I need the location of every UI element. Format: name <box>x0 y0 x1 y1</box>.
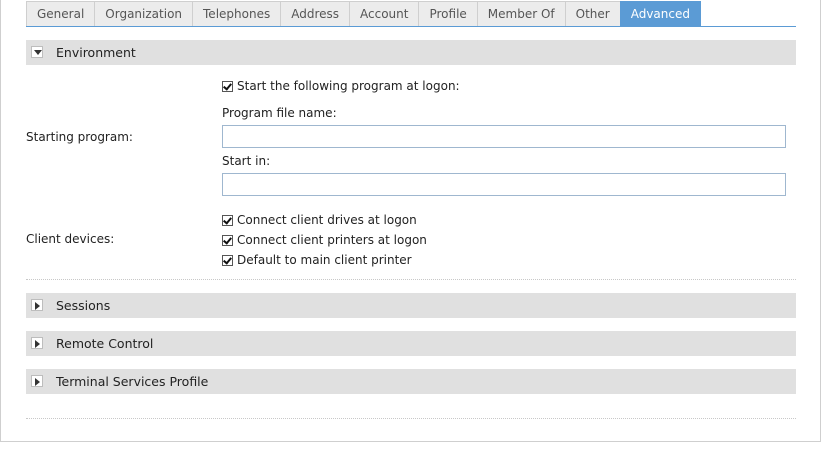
section-remote-control-header[interactable]: Remote Control <box>26 331 796 356</box>
start-in-input[interactable] <box>222 173 786 196</box>
section-sessions-title: Sessions <box>56 298 111 313</box>
triangle-right-icon <box>35 340 40 348</box>
expand-toggle[interactable] <box>31 375 43 387</box>
start-program-checkbox[interactable] <box>222 80 233 92</box>
default-printer-label: Default to main client printer <box>237 253 412 267</box>
start-program-checkbox-label: Start the following program at logon: <box>237 79 460 93</box>
default-printer-checkbox-row[interactable]: Default to main client printer <box>222 252 412 268</box>
section-environment-title: Environment <box>56 45 136 60</box>
tab-advanced[interactable]: Advanced <box>619 1 701 26</box>
client-drives-checkbox[interactable] <box>222 214 233 226</box>
triangle-down-icon <box>34 50 42 55</box>
bottom-divider <box>26 418 796 419</box>
section-environment-header[interactable]: Environment <box>26 40 796 65</box>
start-program-checkbox-row[interactable]: Start the following program at logon: <box>222 78 460 94</box>
section-sessions-header[interactable]: Sessions <box>26 293 796 318</box>
client-drives-checkbox-row[interactable]: Connect client drives at logon <box>222 212 417 228</box>
client-drives-label: Connect client drives at logon <box>237 213 417 227</box>
collapse-toggle[interactable] <box>31 46 43 58</box>
client-printers-label: Connect client printers at logon <box>237 233 427 247</box>
triangle-right-icon <box>35 378 40 386</box>
client-printers-checkbox-row[interactable]: Connect client printers at logon <box>222 232 427 248</box>
program-file-input[interactable] <box>222 125 786 148</box>
tab-underline <box>26 26 796 27</box>
section-remote-control-title: Remote Control <box>56 336 154 351</box>
tab-general[interactable]: General <box>26 1 96 26</box>
tab-profile[interactable]: Profile <box>418 1 478 26</box>
client-printers-checkbox[interactable] <box>222 234 233 246</box>
section-ts-profile-title: Terminal Services Profile <box>56 374 209 389</box>
tab-bar: General Organization Telephones Address … <box>26 1 701 26</box>
program-file-label: Program file name: <box>222 106 337 120</box>
tab-telephones[interactable]: Telephones <box>192 1 282 26</box>
starting-program-label: Starting program: <box>26 130 133 144</box>
tab-organization[interactable]: Organization <box>94 1 194 26</box>
start-in-label: Start in: <box>222 154 271 168</box>
tab-member-of[interactable]: Member Of <box>476 1 566 26</box>
triangle-right-icon <box>35 302 40 310</box>
tab-other[interactable]: Other <box>564 1 621 26</box>
default-printer-checkbox[interactable] <box>222 254 233 266</box>
expand-toggle[interactable] <box>31 337 43 349</box>
tab-address[interactable]: Address <box>280 1 351 26</box>
section-ts-profile-header[interactable]: Terminal Services Profile <box>26 369 796 394</box>
tab-account[interactable]: Account <box>349 1 420 26</box>
section-divider <box>26 279 796 280</box>
client-devices-label: Client devices: <box>26 232 115 246</box>
expand-toggle[interactable] <box>31 299 43 311</box>
